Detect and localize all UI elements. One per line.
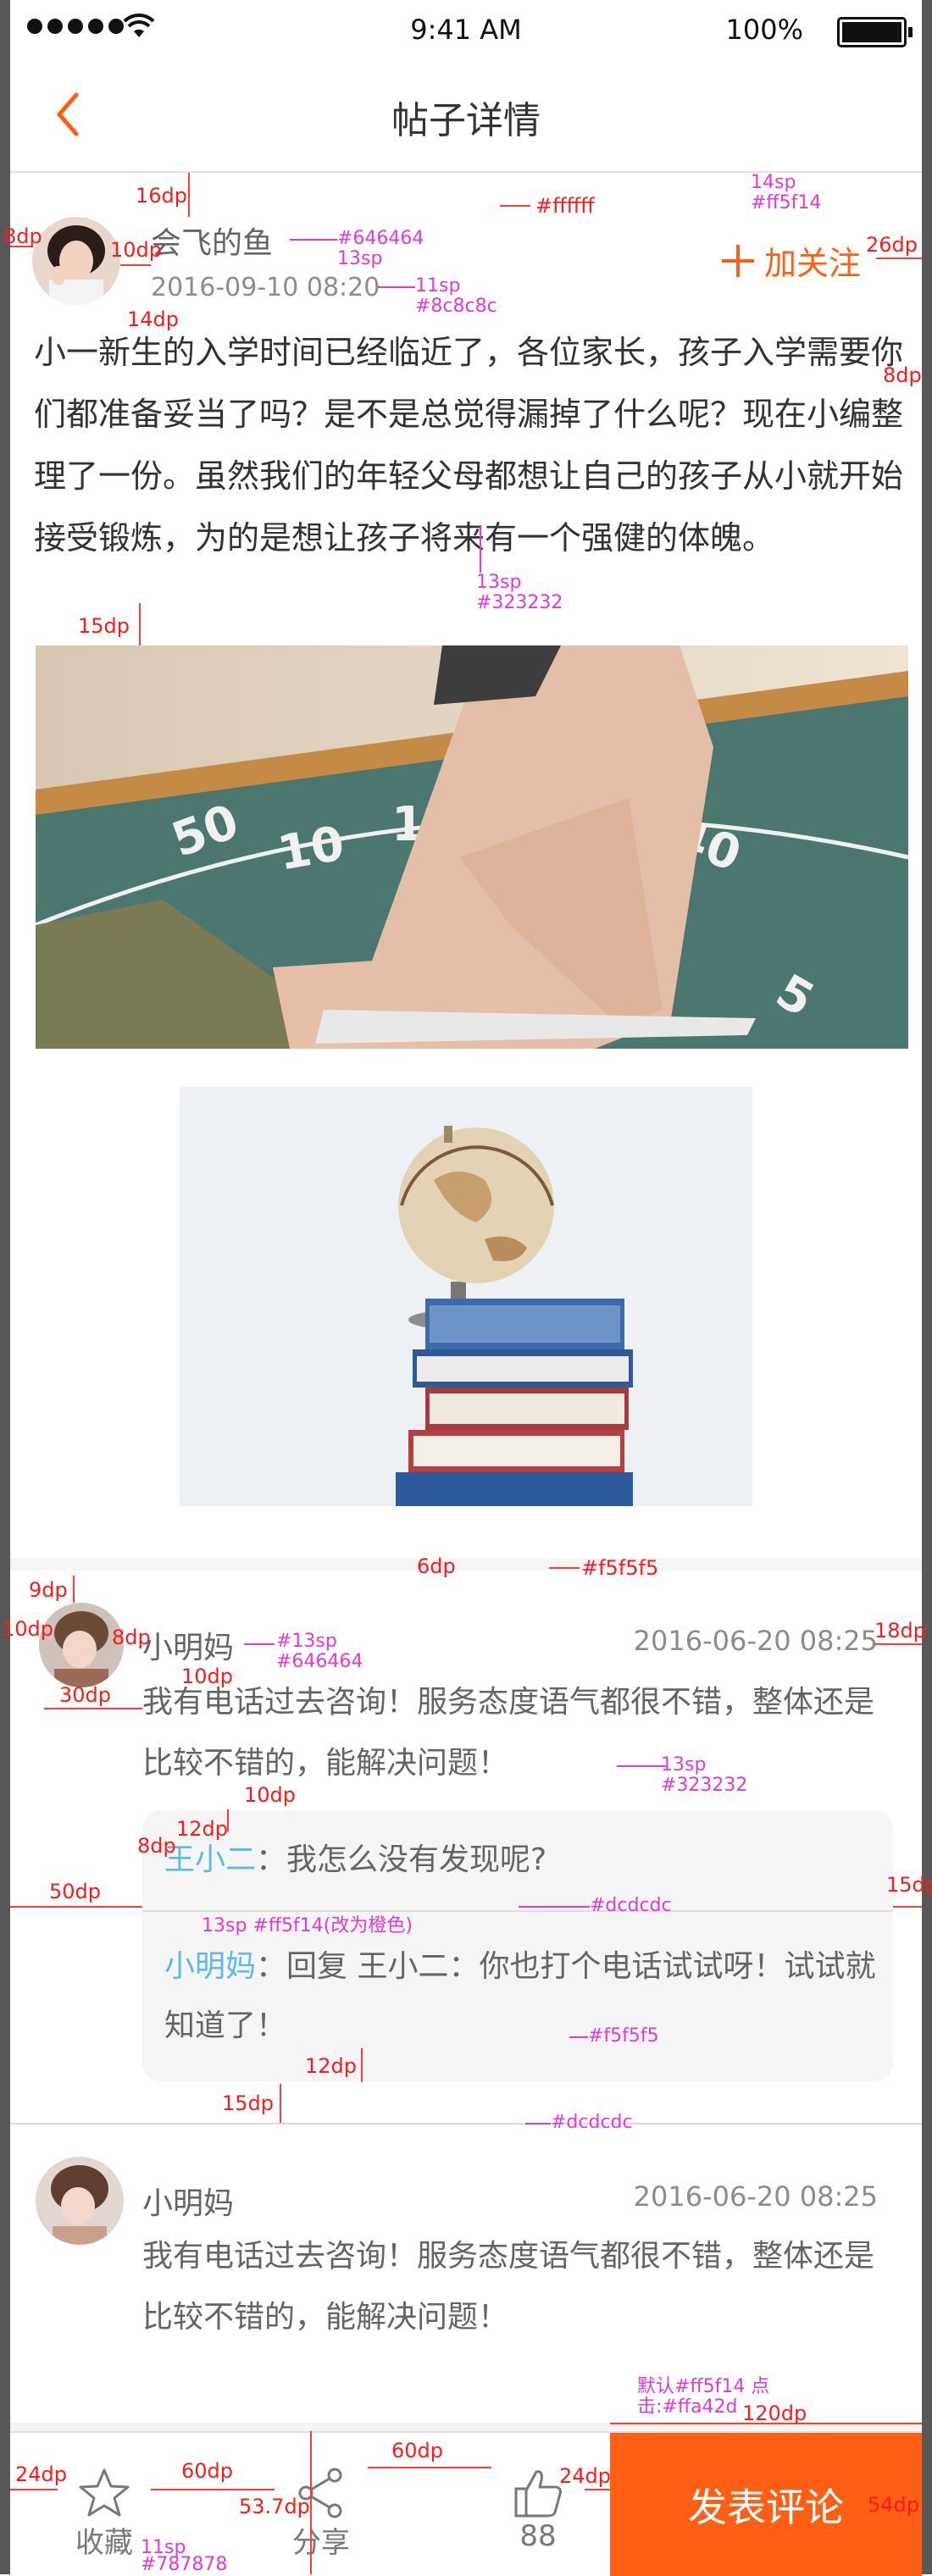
- annotation-label: 11sp: [415, 275, 461, 296]
- annotation-label: #dcdcdc: [590, 1895, 672, 1916]
- annotation-label: #323232: [476, 592, 563, 613]
- left-edge: [0, 0, 10, 2574]
- annotation-label: 18dp: [874, 1619, 927, 1643]
- annotation-label: 30dp: [59, 1683, 112, 1707]
- annotation-label: 10dp: [244, 1783, 297, 1807]
- author-name[interactable]: 会飞的鱼: [151, 219, 273, 263]
- reply-text: ：回复 王小二：你也打个电话试试呀！试试就知道了！: [164, 1949, 876, 2043]
- annotation-label: 16dp: [136, 184, 188, 208]
- annotation-label: 54dp: [868, 2493, 920, 2517]
- page-title: 帖子详情: [391, 99, 541, 142]
- annotation-label: #13sp: [276, 1631, 337, 1652]
- post-image-globe[interactable]: [180, 1087, 752, 1506]
- collect-button[interactable]: 收藏: [58, 2467, 151, 2561]
- phone-screen: 9:41 AM 100% 帖子详情 会飞的鱼 2016-09-10 08:20 …: [2, 0, 932, 2576]
- annotation-label: 10dp: [110, 238, 163, 262]
- annotation-label: 8dp: [112, 1626, 151, 1649]
- annotation-label: 50dp: [49, 1880, 102, 1903]
- annotation-label: #8c8c8c: [415, 296, 497, 317]
- plus-icon: [721, 244, 754, 277]
- annotation-label: #f5f5f5: [588, 2025, 659, 2047]
- reply-box: 王小二：我怎么没有发现呢? 小明妈：回复 王小二：你也打个电话试试呀！试试就知道…: [142, 1810, 893, 2081]
- annotation-label: #323232: [661, 1775, 748, 1796]
- section-separator: [10, 1559, 922, 1571]
- annotation-label: 53.7dp: [239, 2495, 310, 2518]
- annotation-label: 8dp: [3, 224, 42, 248]
- annotation-label: #ff5f14: [751, 192, 822, 213]
- follow-label: 加关注: [763, 245, 861, 282]
- annotation-label: 15dp: [78, 614, 130, 638]
- svg-text:10: 10: [274, 816, 348, 882]
- post-content: 小一新生的入学时间已经临近了，各位家长，孩子入学需要你们都准备妥当了吗？是不是总…: [34, 334, 904, 557]
- commenter-name[interactable]: 小明妈: [142, 2179, 234, 2223]
- annotation-label: 26dp: [866, 233, 918, 257]
- nav-bar: 帖子详情: [10, 61, 922, 173]
- annotation-label: 8dp: [883, 363, 922, 387]
- reply-author[interactable]: 小明妈: [164, 1949, 256, 1984]
- post-image-chalkboard[interactable]: 50 10 11 12 40 5: [36, 645, 908, 1049]
- annotation-label: 击:#ffa42d: [637, 2396, 738, 2418]
- annotation-label: #787878: [141, 2554, 228, 2575]
- annotation-label: 24dp: [15, 2462, 68, 2486]
- annotation-label: #f5f5f5: [581, 1556, 659, 1580]
- comment-divider: [10, 2123, 922, 2125]
- comment-text: 我有电话过去咨询！服务态度语气都很不错，整体还是比较不错的，能解决问题！: [142, 2239, 875, 2335]
- reply-divider: [142, 1910, 893, 1912]
- follow-button[interactable]: 加关注: [721, 237, 861, 284]
- reply-author[interactable]: 王小二: [164, 1842, 256, 1877]
- star-icon: [79, 2468, 130, 2517]
- commenter-avatar[interactable]: [39, 1603, 124, 1687]
- post-date: 2016-09-10 08:20: [151, 273, 380, 302]
- annotation-label: 13sp: [476, 572, 522, 593]
- annotation-label: 10dp: [181, 1665, 234, 1688]
- commenter-avatar[interactable]: [36, 2157, 124, 2245]
- annotation-label: 60dp: [181, 2459, 234, 2483]
- share-label: 分享: [292, 2526, 350, 2560]
- right-edge: [922, 0, 932, 2574]
- reply-item[interactable]: 小明妈：回复 王小二：你也打个电话试试呀！试试就知道了！: [164, 1937, 876, 2056]
- annotation-label: 12dp: [305, 2054, 358, 2078]
- annotation-label: 14sp: [751, 172, 796, 193]
- annotation-label: 6dp: [417, 1554, 456, 1578]
- comment-date: 2016-06-20 08:25: [633, 2180, 878, 2213]
- annotation-label: 60dp: [391, 2439, 444, 2462]
- annotation-label: 默认#ff5f14 点: [637, 2376, 770, 2397]
- annotation-label: #646464: [276, 1651, 363, 1672]
- publish-label: 发表评论: [688, 2484, 844, 2530]
- author-avatar[interactable]: [32, 217, 120, 305]
- annotation-label: 14dp: [127, 307, 180, 331]
- collect-label: 收藏: [75, 2526, 133, 2560]
- annotation-label: 9dp: [29, 1578, 68, 1602]
- annotation-label: 10dp: [2, 1617, 54, 1641]
- annotation-label: 12dp: [176, 1817, 229, 1841]
- like-count: 88: [519, 2519, 557, 2553]
- battery-percent: 100%: [725, 14, 803, 46]
- thumbs-up-icon: [514, 2470, 562, 2518]
- battery-icon: [837, 17, 913, 47]
- reply-item[interactable]: 王小二：我怎么没有发现呢?: [164, 1831, 876, 1890]
- annotation-label: 8dp: [137, 1834, 176, 1858]
- status-bar: 9:41 AM 100%: [10, 0, 922, 61]
- annotation-label: 13sp: [337, 248, 383, 269]
- annotation-label: 15dp: [222, 2091, 275, 2115]
- annotation-label: 15dp: [886, 1873, 932, 1897]
- annotation-label: 13sp #ff5f14(改为橙色): [202, 1915, 413, 1936]
- annotation-label: #646464: [337, 228, 424, 249]
- commenter-name[interactable]: 小明妈: [142, 1623, 234, 1667]
- annotation-label: 13sp: [661, 1754, 707, 1776]
- annotation-label: 24dp: [559, 2464, 612, 2488]
- comment-date: 2016-06-20 08:25: [633, 1625, 878, 1657]
- reply-text: ：我怎么没有发现呢?: [256, 1842, 547, 1877]
- annotation-label: #ffffff: [535, 194, 595, 218]
- annotation-label: #dcdcdc: [551, 2112, 633, 2133]
- comment-text: 我有电话过去咨询！服务态度语气都很不错，整体还是比较不错的，能解决问题！: [142, 1685, 875, 1781]
- annotation-label: 120dp: [742, 2401, 807, 2425]
